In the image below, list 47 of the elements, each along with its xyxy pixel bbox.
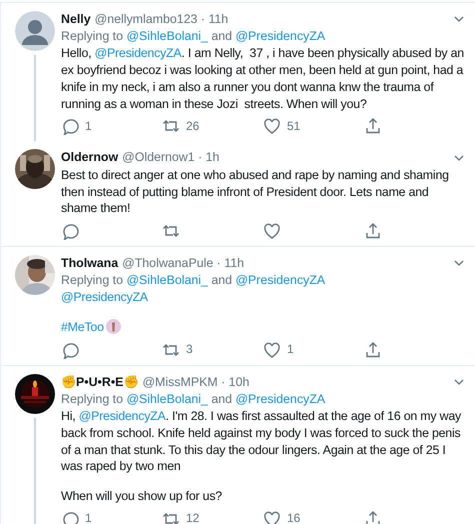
reply-icon[interactable] bbox=[61, 340, 79, 359]
display-name[interactable]: ✊P•U•R•E✊ bbox=[61, 374, 138, 391]
action-count: 16 bbox=[287, 510, 300, 524]
mention-link[interactable]: @PresidencyZA bbox=[94, 46, 182, 60]
tweet-text: Hello, @PresidencyZA. I am Nelly, 37 , i have been physically abused by an ex boyfriend becoz i was looking at other men, been held at gun point, had a knife in my neck, i am also a runner you dont wanna knw the trauma of running as a woman in these Jozi streets. When will you? bbox=[61, 45, 465, 112]
share-icon[interactable] bbox=[364, 117, 382, 136]
share-icon[interactable] bbox=[364, 340, 382, 359]
action-count: 1 bbox=[85, 510, 92, 524]
mention-link[interactable]: @PresidencyZA bbox=[235, 272, 326, 287]
heart-icon[interactable] bbox=[263, 510, 281, 524]
action-count: 26 bbox=[186, 118, 200, 135]
action-count: 1 bbox=[287, 341, 294, 358]
share-icon[interactable] bbox=[364, 222, 382, 240]
tweet-text: Best to direct anger at one who abused and rape by naming and shaming then instead of putting blame infront of President door. Lets name and shame them! bbox=[61, 166, 450, 218]
tweet-text: Hi, @PresidencyZA. I'm 28. I was first assaulted at the age of 16 on my way back from school. Knife held against my body I was forced to suck the penis of a man that stunk. To this day the odour lingers. Again at the age of 25 I was raped by two men bbox=[61, 408, 462, 476]
heart-icon[interactable] bbox=[263, 340, 281, 359]
handle-and-time: @Oldernow1 · 1h bbox=[122, 149, 220, 166]
replying-to-text: Replying to @SihleBolani_ and @PresidencyZA bbox=[61, 272, 326, 288]
action-count: 12 bbox=[186, 510, 200, 524]
display-name[interactable]: Tholwana bbox=[61, 255, 118, 272]
mention-link[interactable]: @SihleBolani_ bbox=[126, 28, 208, 43]
share-icon[interactable] bbox=[364, 510, 382, 524]
action-count: 1 bbox=[85, 118, 92, 135]
handle-and-time: @MissMPKM · 10h bbox=[142, 374, 250, 391]
heart-icon[interactable] bbox=[263, 117, 281, 136]
heart-icon[interactable] bbox=[263, 222, 281, 240]
emoji-icon bbox=[106, 319, 121, 334]
mention-link[interactable]: @PresidencyZA bbox=[61, 290, 148, 304]
mention-link[interactable]: @PresidencyZA bbox=[235, 392, 326, 406]
display-name[interactable]: Nelly bbox=[61, 11, 91, 28]
reply-icon[interactable] bbox=[61, 222, 79, 240]
replying-to-text: Replying to @SihleBolani_ and @PresidencyZA bbox=[61, 390, 326, 408]
display-name[interactable]: Oldernow bbox=[61, 149, 118, 166]
handle-and-time: @TholwanaPule · 11h bbox=[122, 255, 244, 272]
mention-link[interactable]: #MeToo bbox=[61, 320, 104, 334]
reply-icon[interactable] bbox=[61, 510, 79, 524]
mention-link[interactable]: @PresidencyZA bbox=[235, 28, 326, 43]
replying-to-text: Replying to @SihleBolani_ and @PresidencyZA bbox=[61, 28, 326, 44]
mention-link[interactable]: @SihleBolani_ bbox=[126, 392, 208, 406]
action-count: 3 bbox=[186, 341, 193, 358]
mention-link[interactable]: @SihleBolani_ bbox=[126, 272, 208, 287]
tweet-text: When will you show up for us? bbox=[61, 488, 223, 505]
handle-and-time: @nellymlambo123 · 11h bbox=[94, 11, 228, 28]
action-count: 51 bbox=[287, 118, 300, 135]
mention-link[interactable]: @PresidencyZA bbox=[78, 409, 166, 424]
reply-icon[interactable] bbox=[61, 117, 79, 136]
avatar-icon[interactable] bbox=[15, 11, 55, 51]
